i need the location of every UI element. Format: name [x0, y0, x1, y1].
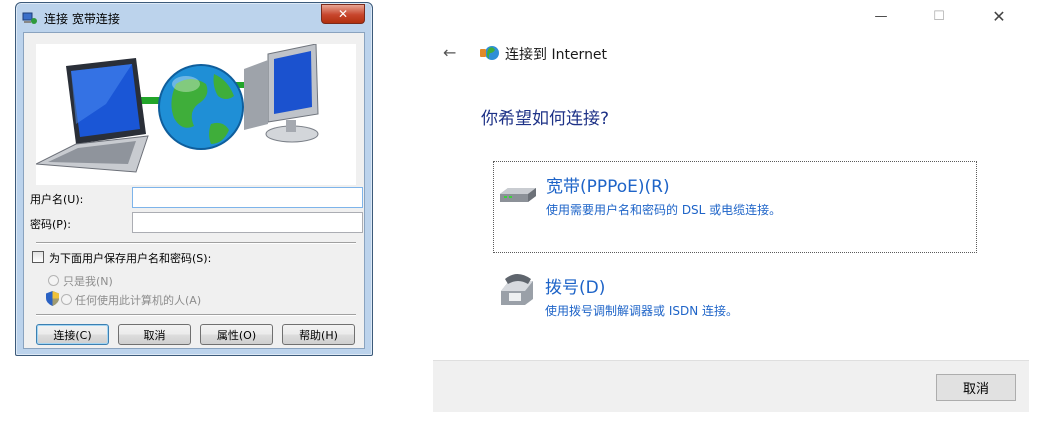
option-description: 使用需要用户名和密码的 DSL 或电缆连接。 — [546, 203, 782, 217]
close-icon: ✕ — [337, 7, 349, 21]
option-description: 使用拨号调制解调器或 ISDN 连接。 — [545, 304, 739, 318]
option-title: 宽带(PPPoE)(R) — [546, 177, 670, 197]
cancel-button[interactable]: 取消 — [936, 374, 1016, 401]
connect-broadband-dialog: 连接 宽带连接 ✕ 用户名(U): 密码(P): 为下面用户保存用户名和密码(S… — [15, 2, 373, 356]
back-button[interactable]: ← — [443, 43, 456, 62]
uac-shield-icon — [46, 291, 59, 306]
me-only-radio[interactable] — [48, 275, 59, 286]
dialog-titlebar: 连接 宽带连接 — [22, 9, 322, 27]
anyone-radio[interactable] — [61, 294, 72, 305]
maximize-icon: ☐ — [933, 8, 945, 24]
option-title: 拨号(D) — [545, 278, 606, 298]
close-icon: ✕ — [992, 6, 1006, 26]
connect-to-internet-wizard: — ☐ ✕ ← 连接到 Internet 你希望如何连接? 宽带(PPPoE)(… — [433, 0, 1042, 425]
phone-icon — [501, 274, 533, 305]
network-connection-icon — [22, 12, 37, 24]
anyone-label: 任何使用此计算机的人(A) — [75, 294, 202, 307]
me-only-label: 只是我(N) — [63, 275, 113, 288]
password-input[interactable] — [132, 212, 363, 233]
minimize-button[interactable]: — — [871, 6, 891, 26]
laptop-globe-computer-illustration — [34, 43, 319, 173]
separator — [36, 242, 356, 244]
close-button[interactable]: ✕ — [989, 6, 1009, 26]
wizard-title: 连接到 Internet — [505, 47, 608, 63]
properties-button[interactable]: 属性(O) — [200, 324, 273, 345]
back-arrow-icon: ← — [443, 43, 457, 62]
save-credentials-checkbox[interactable] — [32, 251, 44, 263]
username-label: 用户名(U): — [30, 193, 84, 206]
maximize-button[interactable]: ☐ — [929, 6, 949, 26]
option-broadband-pppoe[interactable]: 宽带(PPPoE)(R) 使用需要用户名和密码的 DSL 或电缆连接。 — [493, 161, 977, 253]
cancel-button[interactable]: 取消 — [118, 324, 191, 345]
save-credentials-label: 为下面用户保存用户名和密码(S): — [49, 252, 212, 265]
page-heading: 你希望如何连接? — [481, 109, 610, 129]
close-button[interactable]: ✕ — [321, 4, 365, 24]
dialog-body: 用户名(U): 密码(P): 为下面用户保存用户名和密码(S): 只是我(N) … — [23, 32, 365, 349]
option-dial-up[interactable]: 拨号(D) 使用拨号调制解调器或 ISDN 连接。 — [493, 267, 977, 327]
minimize-icon: — — [874, 8, 888, 24]
wizard-footer: 取消 — [433, 360, 1029, 412]
separator — [36, 314, 356, 316]
dialog-title: 连接 宽带连接 — [44, 11, 120, 26]
username-input[interactable] — [132, 187, 363, 208]
connect-button[interactable]: 连接(C) — [36, 324, 109, 345]
internet-globe-icon — [480, 46, 499, 60]
help-button[interactable]: 帮助(H) — [282, 324, 355, 345]
modem-icon — [500, 188, 536, 202]
password-label: 密码(P): — [30, 218, 71, 231]
connection-banner-image — [34, 43, 356, 185]
